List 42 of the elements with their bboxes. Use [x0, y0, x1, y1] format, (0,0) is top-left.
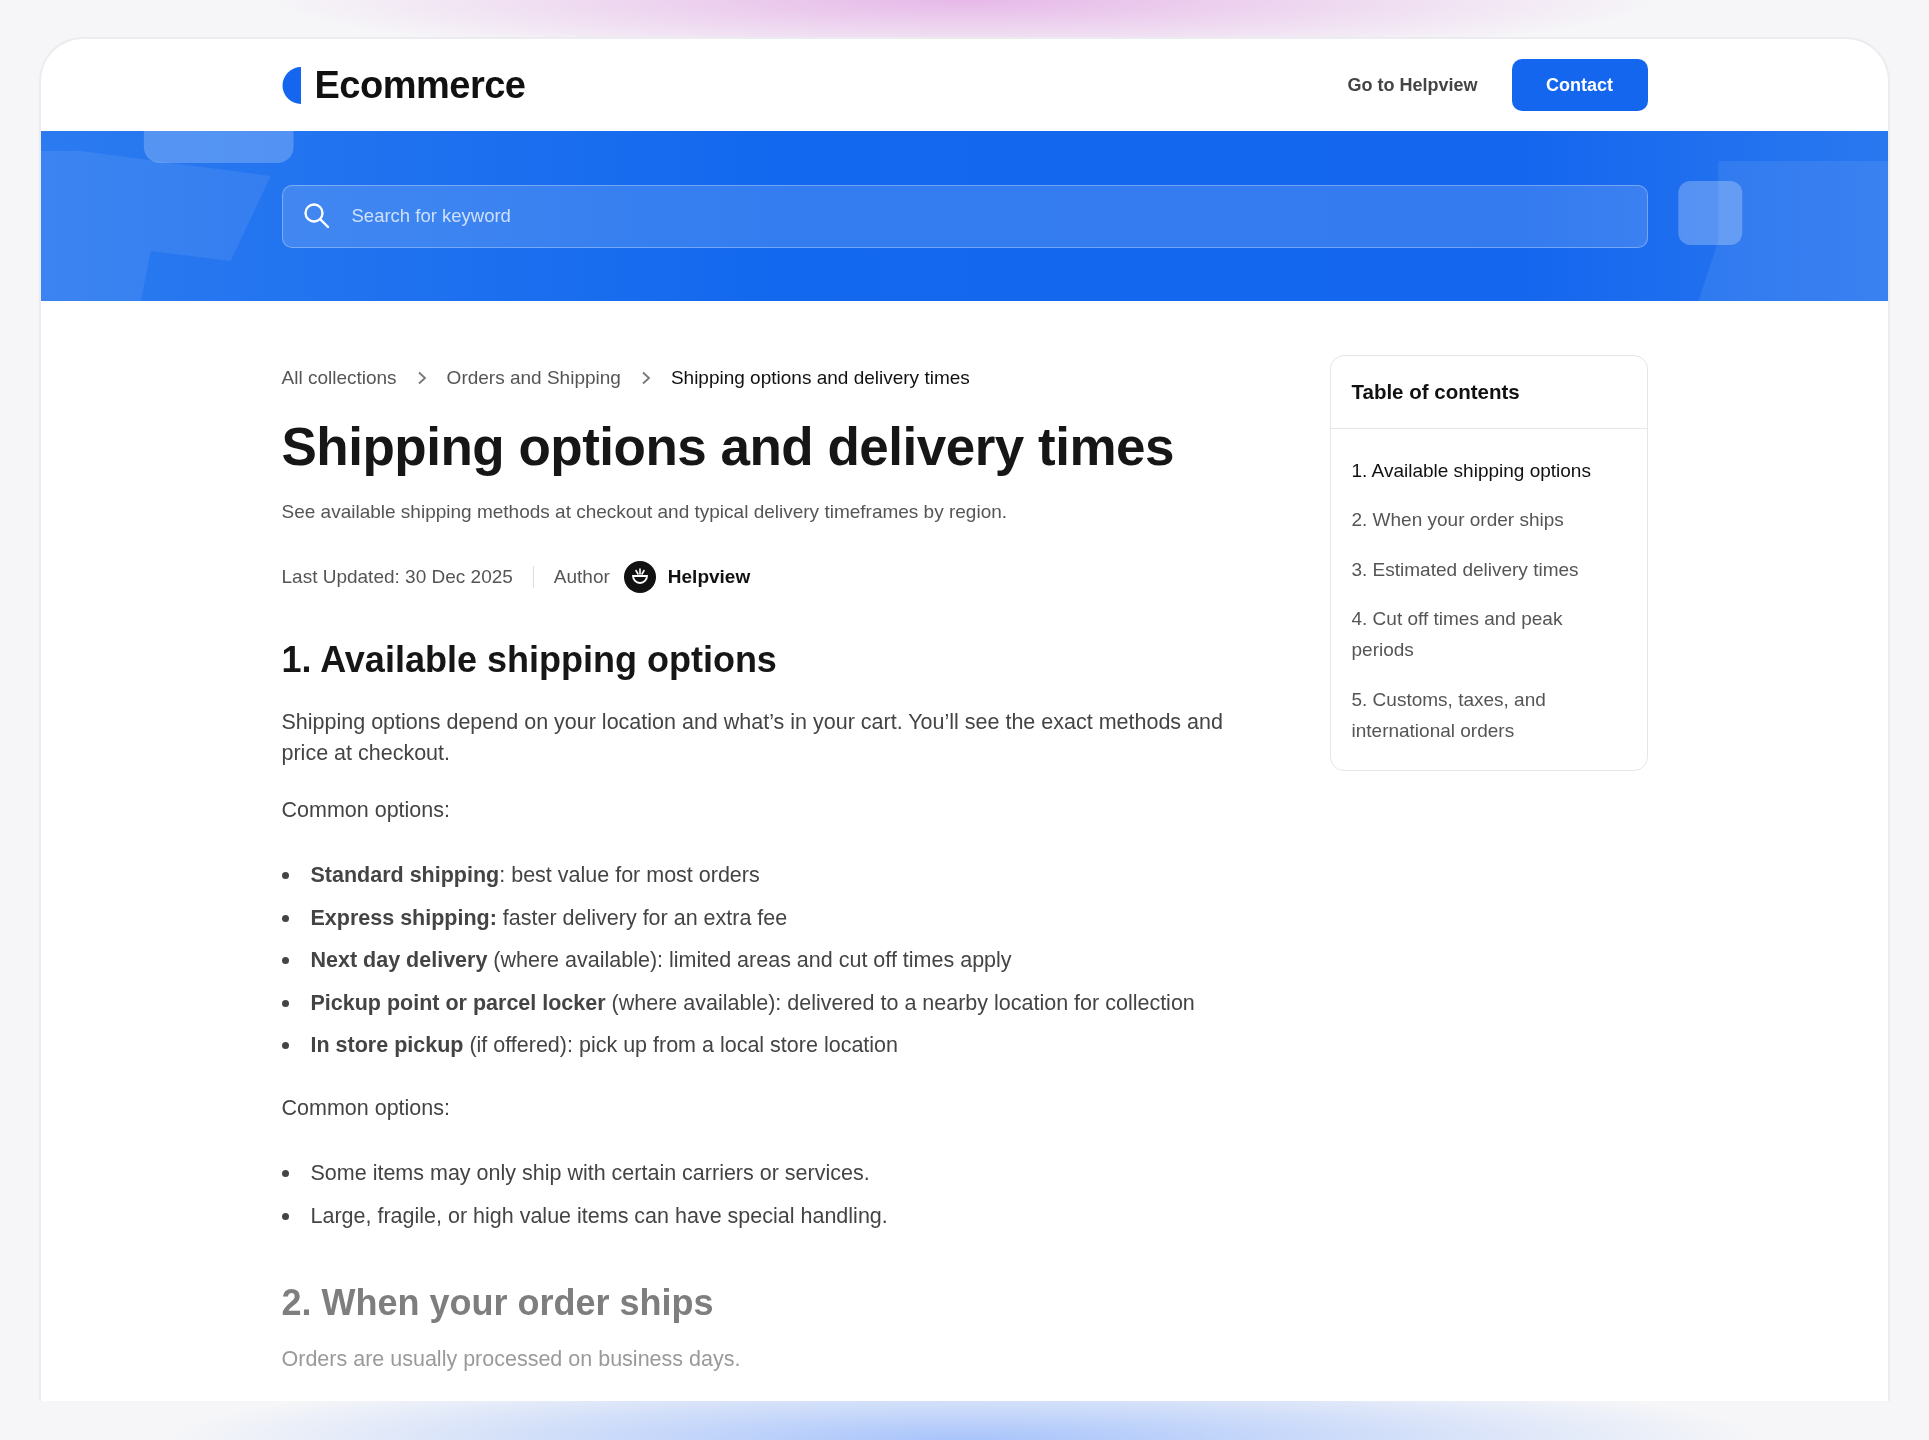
paragraph: Common options: [281, 797, 451, 825]
breadcrumb-link[interactable]: Shipping options and delivery times [670, 367, 970, 389]
bullet-icon [281, 1212, 289, 1220]
author-name[interactable]: Helpview [667, 565, 751, 588]
logo-icon [281, 66, 301, 104]
toc-title: Table of contents [1330, 356, 1647, 429]
list-item-text: Some items may only ship with certain carriers or services. [310, 1161, 870, 1187]
chevron-icon [416, 371, 427, 385]
search-icon [302, 201, 331, 230]
author-label: Author [553, 565, 610, 588]
bullet-icon [281, 999, 289, 1007]
section-heading: 1. Available shipping options [281, 638, 778, 681]
article-subtitle: See available shipping methods at checkout and typical delivery timeframes by region. [281, 500, 1009, 523]
list-item-text: In store pickup (if offered): pick up from a local store location [310, 1033, 898, 1059]
paragraph: Shipping options depend on your location and what’s in your cart. You’ll see the exact methods and price at checkout. [281, 708, 1224, 767]
brand-name[interactable]: Ecommerce [314, 63, 526, 107]
toc-link[interactable]: 5. Customs, taxes, and international orders [1351, 683, 1626, 747]
helpview-link[interactable]: Go to Helpview [1347, 74, 1478, 96]
list-item-text: Next day delivery (where available): limited areas and cut off times apply [310, 948, 1012, 974]
toc-link[interactable]: 4. Cut off times and peak periods [1351, 603, 1626, 666]
paragraph: Orders are usually processed on business days. [281, 1345, 742, 1373]
toc-link[interactable]: 1. Available shipping options [1351, 455, 1626, 487]
list-item-text: Express shipping: faster delivery for an extra fee [310, 905, 788, 931]
list-item-text: Standard shipping: best value for most orders [310, 863, 760, 889]
contact-button[interactable]: Contact [1511, 59, 1648, 111]
paragraph: Common options: [281, 1095, 451, 1123]
list-item-text: Large, fragile, or high value items can have special handling. [310, 1203, 888, 1229]
bullet-icon [281, 914, 289, 922]
breadcrumb-link[interactable]: Orders and Shipping [446, 367, 621, 389]
list-item-text: Pickup point or parcel locker (where available): delivered to a nearby location for collection [310, 990, 1195, 1016]
toc-link[interactable]: 2. When your order ships [1351, 504, 1626, 536]
breadcrumb-link[interactable]: All collections [281, 367, 397, 389]
bullet-icon [281, 872, 289, 880]
author-avatar-icon [623, 560, 656, 593]
section-heading: 2. When your order ships [281, 1281, 715, 1324]
toc-link[interactable]: 3. Estimated delivery times [1351, 553, 1626, 586]
bullet-icon [281, 957, 289, 965]
article-title: Shipping options and delivery times [281, 416, 1175, 478]
chevron-icon [640, 371, 651, 385]
bullet-icon [281, 1042, 289, 1050]
last-updated-text: Last Updated: 30 Dec 2025 [281, 565, 513, 588]
bullet-icon [281, 1170, 289, 1178]
